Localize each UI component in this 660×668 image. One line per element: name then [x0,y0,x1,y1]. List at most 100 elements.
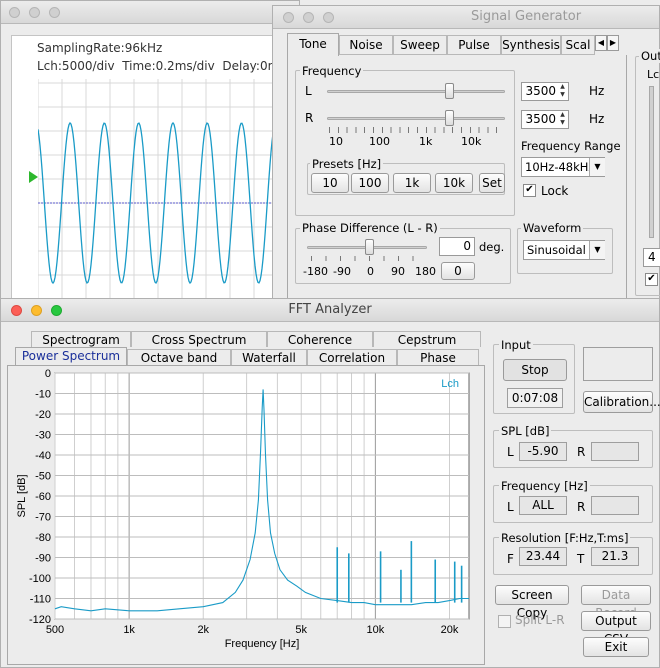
preset-10-button[interactable]: 10 [311,173,349,193]
freq-r-slider-thumb[interactable] [445,110,454,126]
minimize-button[interactable] [303,12,314,23]
signal-tab-bar: Tone Noise Sweep Pulse Synthesis Scal ◀ … [287,33,627,56]
power-spectrum-chart: 0-10-20-30-40-50-60-70-80-90-100-110-120… [16,368,470,650]
tab-scale[interactable]: Scal [561,35,595,55]
split-lr-label: Split L-R [515,613,565,627]
freq-l-stepper-icon[interactable]: ▲ ▼ [558,83,567,100]
minimize-button[interactable] [29,7,40,18]
output-lch-label: Lc [647,68,660,81]
input-label: Input [499,338,533,352]
data-record-button[interactable]: Data Record [581,585,651,620]
phase-tick-90: 90 [391,265,405,278]
tab-coherence[interactable]: Coherence [267,331,373,347]
freq-r-stepper-icon[interactable]: ▲ ▼ [558,111,567,128]
close-button[interactable] [9,7,20,18]
scope-waveform-plot [38,79,278,301]
resolution-t-value: 21.3 [591,547,639,566]
signal-generator-window: Signal Generator Tone Noise Sweep Pulse … [272,5,660,300]
preset-10k-button[interactable]: 10k [435,173,473,193]
window-title: FFT Analyzer [288,302,372,317]
output-checkbox[interactable]: ✔ [645,273,658,286]
close-button[interactable] [283,12,294,23]
window-title: Signal Generator [470,9,582,24]
resolution-f-label: F [507,552,514,566]
output-level-slider[interactable] [649,86,654,238]
resolution-t-label: T [577,552,585,566]
y-tick-label: -80 [35,532,51,544]
tab-correlation[interactable]: Correlation [307,349,397,366]
output-csv-button[interactable]: Output CSV [581,611,651,646]
fft-titlebar: FFT Analyzer [1,299,659,322]
fft-analyzer-window: FFT Analyzer Spectrogram Cross Spectrum … [0,298,660,668]
y-tick-label: -10 [35,389,51,401]
y-tick-label: -50 [35,471,51,483]
signal-generator-titlebar: Signal Generator [273,6,659,29]
spl-l-label: L [507,445,514,459]
preset-set-button[interactable]: Set [479,173,505,193]
tab-cross-spectrum[interactable]: Cross Spectrum [131,331,267,347]
freq-l-slider-thumb[interactable] [445,83,454,99]
tab-octave-band[interactable]: Octave band [127,349,231,366]
chevron-down-icon[interactable]: ▼ [589,158,605,176]
spl-l-value: -5.90 [519,442,567,461]
tab-pulse[interactable]: Pulse [447,35,501,55]
output-label: Out [639,49,660,63]
elapsed-time: 0:07:08 [507,388,563,408]
phase-scale-ticks [311,256,427,261]
waveform-label: Waveform [521,221,584,235]
frequency-readout-label: Frequency [Hz] [499,479,590,493]
zoom-button[interactable] [323,12,334,23]
freq-readout-l-label: L [507,500,514,514]
lock-checkbox[interactable]: ✔ [523,184,536,197]
freq-scale-label-10: 10 [329,135,343,148]
spl-r-label: R [577,445,586,459]
tab-spectrogram[interactable]: Spectrogram [31,331,131,347]
output-level-input[interactable]: 4 [643,248,660,267]
split-lr-checkbox[interactable] [498,615,511,628]
legend-lch: Lch [441,378,459,390]
tab-sweep[interactable]: Sweep [393,35,447,55]
chevron-down-icon[interactable]: ▼ [589,241,605,259]
y-tick-label: -40 [35,450,51,462]
freq-r-unit: Hz [589,112,605,126]
scope-settings-label: Lch:5000/div Time:0.2ms/div Delay:0ms [37,59,286,73]
phase-input[interactable]: 0 [439,237,475,256]
exit-button[interactable]: Exit [583,637,649,657]
screen-copy-button[interactable]: Screen Copy [495,585,569,620]
calibration-button[interactable]: Calibration... [583,391,660,413]
frequency-range-label: Frequency Range [521,139,621,153]
tab-scroll-right-icon[interactable]: ▶ [607,35,619,51]
tab-noise[interactable]: Noise [339,35,393,55]
tab-tone[interactable]: Tone [287,33,339,56]
tab-power-spectrum[interactable]: Power Spectrum [15,347,127,366]
freq-r-label: R [305,111,314,125]
oscilloscope-titlebar [1,1,299,24]
zoom-button[interactable] [49,7,60,18]
freq-l-unit: Hz [589,84,605,98]
preset-100-button[interactable]: 100 [351,173,389,193]
x-tick-label: 5k [295,624,307,636]
y-axis-label: SPL [dB] [16,474,28,517]
y-tick-label: 0 [45,368,51,380]
tab-synthesis[interactable]: Synthesis [501,35,561,55]
y-tick-label: -100 [29,573,51,585]
stop-button[interactable]: Stop [503,359,567,381]
freq-readout-l-value: ALL [519,496,567,515]
y-tick-label: -30 [35,430,51,442]
x-axis-label: Frequency [Hz] [225,638,300,650]
preset-1k-button[interactable]: 1k [393,173,431,193]
x-tick-label: 1k [123,624,135,636]
freq-l-label: L [305,84,312,98]
tab-phase[interactable]: Phase [397,349,479,366]
status-display [583,347,653,381]
freq-l-slider-track[interactable] [327,90,505,93]
x-tick-label: 20k [441,624,459,636]
freq-r-slider-track[interactable] [327,117,505,120]
tab-scroll-left-icon[interactable]: ◀ [595,35,607,51]
phase-reset-button[interactable]: 0 [441,262,475,280]
phase-tick-0: 0 [367,265,374,278]
trigger-marker-icon[interactable] [29,171,38,183]
tab-waterfall[interactable]: Waterfall [231,349,307,366]
tab-cepstrum[interactable]: Cepstrum [373,331,481,347]
phase-slider-thumb[interactable] [365,239,374,255]
